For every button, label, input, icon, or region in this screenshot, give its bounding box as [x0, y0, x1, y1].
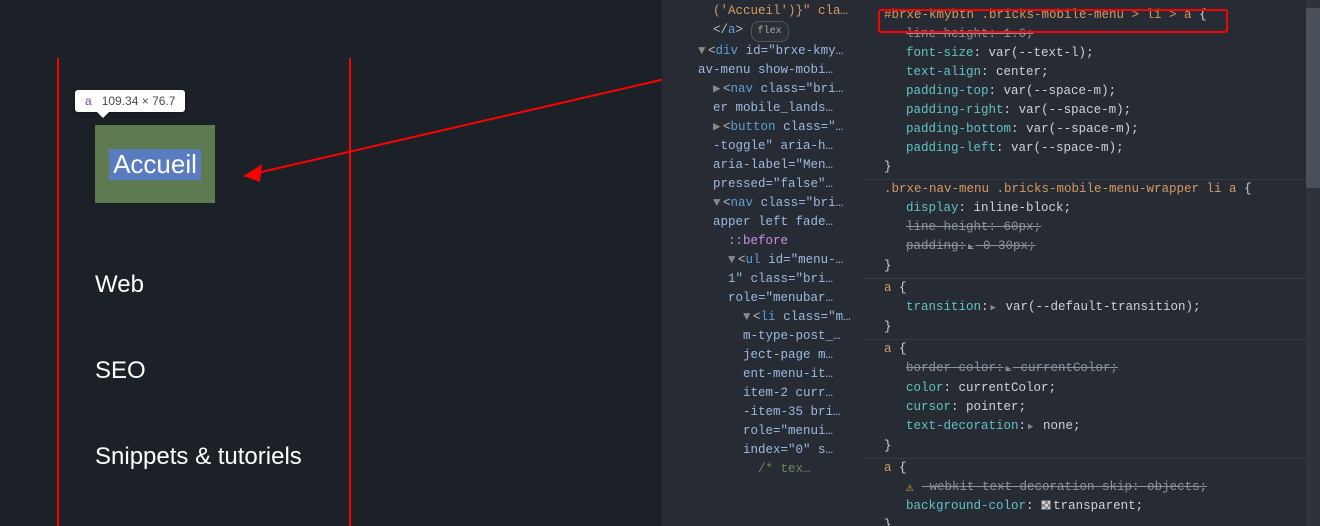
- css-rule-close: }: [884, 516, 1308, 526]
- menu-item-label: Accueil: [109, 149, 201, 180]
- tooltip-dims: 109.34 × 76.7: [102, 94, 176, 108]
- mobile-menu: Accueil Web SEO Snippets & tutoriels: [95, 155, 302, 471]
- css-rule[interactable]: a {border-color:▶ currentColor;color: cu…: [862, 340, 1320, 459]
- dom-line[interactable]: role="menubar…: [668, 289, 862, 308]
- dom-line[interactable]: ('Accueil')}" cla…: [668, 2, 862, 21]
- dom-line[interactable]: /* tex…: [668, 460, 862, 479]
- dom-line[interactable]: ▶<nav class="bri…: [668, 80, 862, 99]
- dom-line[interactable]: apper left fade…: [668, 213, 862, 232]
- color-swatch[interactable]: [1041, 500, 1051, 510]
- css-selector[interactable]: a {: [884, 340, 1308, 359]
- css-declaration[interactable]: cursor: pointer;: [884, 398, 1308, 417]
- tooltip-tag: a: [85, 94, 92, 108]
- css-selector[interactable]: a {: [884, 279, 1308, 298]
- css-declaration[interactable]: transition:▶ var(--default-transition);: [884, 298, 1308, 318]
- scrollbar-thumb[interactable]: [1306, 8, 1320, 188]
- dom-tree-panel[interactable]: ('Accueil')}" cla… </a> flex ▼<div id="b…: [662, 0, 862, 526]
- css-rule-close: }: [884, 158, 1308, 177]
- dom-line[interactable]: role="menui…: [668, 422, 862, 441]
- dom-line[interactable]: er mobile_lands…: [668, 99, 862, 118]
- element-tooltip: a 109.34 × 76.7: [75, 90, 185, 112]
- preview-pane: a 109.34 × 76.7 Accueil Web SEO Snippets…: [0, 0, 660, 526]
- dom-line[interactable]: -toggle" aria-h…: [668, 137, 862, 156]
- css-declaration[interactable]: color: currentColor;: [884, 379, 1308, 398]
- css-declaration[interactable]: text-decoration:▶ none;: [884, 417, 1308, 437]
- styles-panel[interactable]: #brxe-kmybtn .bricks-mobile-menu > li > …: [862, 0, 1320, 526]
- css-declaration[interactable]: ⚠-webkit-text-decoration-skip: objects;: [884, 478, 1308, 497]
- css-selector[interactable]: a {: [884, 459, 1308, 478]
- css-declaration[interactable]: border-color:▶ currentColor;: [884, 359, 1308, 379]
- dom-line[interactable]: aria-label="Men…: [668, 156, 862, 175]
- css-rule[interactable]: a {⚠-webkit-text-decoration-skip: object…: [862, 459, 1320, 526]
- css-rule[interactable]: .brxe-nav-menu .bricks-mobile-menu-wrapp…: [862, 180, 1320, 279]
- css-rule-close: }: [884, 437, 1308, 456]
- dom-line[interactable]: index="0" s…: [668, 441, 862, 460]
- dom-line[interactable]: pressed="false"…: [668, 175, 862, 194]
- dom-line[interactable]: ::before: [668, 232, 862, 251]
- dom-line[interactable]: -item-35 bri…: [668, 403, 862, 422]
- styles-scrollbar[interactable]: [1306, 0, 1320, 526]
- menu-item-seo[interactable]: SEO: [95, 357, 302, 385]
- dom-line[interactable]: item-2 curr…: [668, 384, 862, 403]
- dom-line[interactable]: ject-page m…: [668, 346, 862, 365]
- menu-item-web[interactable]: Web: [95, 271, 302, 299]
- css-rule-close: }: [884, 257, 1308, 276]
- css-declaration[interactable]: text-align: center;: [884, 63, 1308, 82]
- css-declaration[interactable]: padding:▶ 0 30px;: [884, 237, 1308, 257]
- css-selector[interactable]: .brxe-nav-menu .bricks-mobile-menu-wrapp…: [884, 180, 1308, 199]
- dom-line[interactable]: ▶<button class="…: [668, 118, 862, 137]
- css-declaration[interactable]: font-size: var(--text-l);: [884, 44, 1308, 63]
- css-declaration[interactable]: padding-right: var(--space-m);: [884, 101, 1308, 120]
- menu-item-accueil[interactable]: Accueil: [95, 125, 215, 203]
- dom-line[interactable]: av-menu show-mobi…: [668, 61, 862, 80]
- css-declaration[interactable]: line-height: 60px;: [884, 218, 1308, 237]
- dom-line[interactable]: ent-menu-it…: [668, 365, 862, 384]
- css-declaration[interactable]: display: inline-block;: [884, 199, 1308, 218]
- css-rule[interactable]: a {transition:▶ var(--default-transition…: [862, 279, 1320, 340]
- css-declaration[interactable]: padding-bottom: var(--space-m);: [884, 120, 1308, 139]
- css-declaration[interactable]: background-color: transparent;: [884, 497, 1308, 516]
- css-selector[interactable]: #brxe-kmybtn .bricks-mobile-menu > li > …: [884, 6, 1308, 25]
- css-declaration[interactable]: padding-left: var(--space-m);: [884, 139, 1308, 158]
- dom-line[interactable]: ▼<ul id="menu-…: [668, 251, 862, 270]
- css-rule-close: }: [884, 318, 1308, 337]
- dom-line[interactable]: ▼<li class="m…: [668, 308, 862, 327]
- menu-item-snippets[interactable]: Snippets & tutoriels: [95, 443, 302, 471]
- css-declaration[interactable]: line-height: 1.6;: [884, 25, 1308, 44]
- dom-line[interactable]: m-type-post_…: [668, 327, 862, 346]
- dom-line[interactable]: 1" class="bri…: [668, 270, 862, 289]
- css-declaration[interactable]: padding-top: var(--space-m);: [884, 82, 1308, 101]
- dom-line[interactable]: ▼<div id="brxe-kmy…: [668, 42, 862, 61]
- dom-line[interactable]: ▼<nav class="bri…: [668, 194, 862, 213]
- css-rule[interactable]: #brxe-kmybtn .bricks-mobile-menu > li > …: [862, 4, 1320, 180]
- dom-line[interactable]: </a> flex: [668, 21, 862, 42]
